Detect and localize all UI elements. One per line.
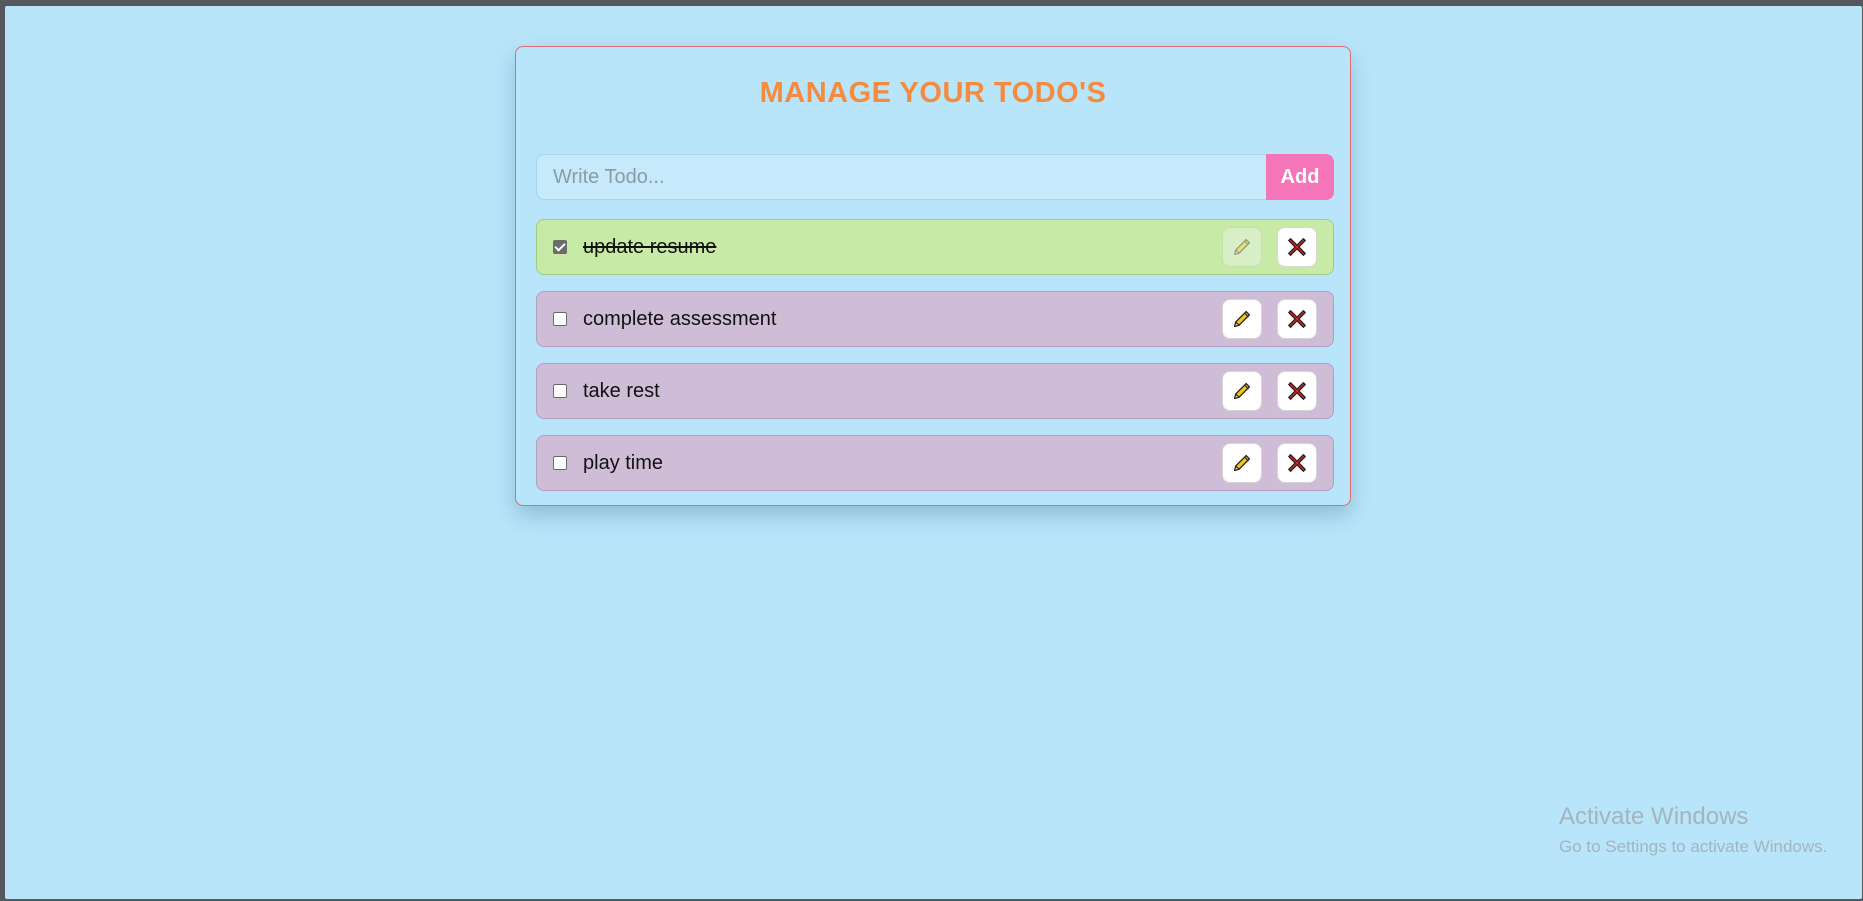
todo-form: Add [536,154,1334,200]
cross-icon [1288,310,1306,328]
cross-icon [1288,382,1306,400]
todo-checkbox[interactable] [553,456,567,470]
watermark-title: Activate Windows [1559,803,1749,830]
delete-button[interactable] [1277,371,1317,411]
todo-input[interactable] [536,154,1266,200]
todo-text: play time [583,451,664,474]
todo-item: take rest [536,363,1334,419]
todo-text: complete assessment [583,307,777,330]
delete-button[interactable] [1277,227,1317,267]
windows-activation-watermark: Activate Windows Go to Settings to activ… [1559,803,1827,857]
pencil-icon [1234,238,1251,255]
delete-button[interactable] [1277,443,1317,483]
todo-item: update resume [536,219,1334,275]
watermark-subtitle: Go to Settings to activate Windows. [1559,837,1828,856]
pencil-icon [1234,382,1251,399]
page-title: MANAGE YOUR TODO'S [759,77,1107,109]
todo-item: play time [536,435,1334,491]
todo-item: complete assessment [536,291,1334,347]
cross-icon [1288,454,1306,472]
cross-icon [1288,238,1306,256]
pencil-icon [1234,454,1251,471]
pencil-icon [1234,310,1251,327]
edit-button[interactable] [1222,227,1262,267]
todo-checkbox[interactable] [553,312,567,326]
todo-list: update resume complete assessment take r… [536,219,1334,507]
app-viewport: MANAGE YOUR TODO'S Add update resume [5,6,1862,899]
edit-button[interactable] [1222,443,1262,483]
todo-text: update resume [583,235,717,258]
todo-checkbox[interactable] [553,384,567,398]
add-button[interactable]: Add [1266,154,1334,200]
delete-button[interactable] [1277,299,1317,339]
edit-button[interactable] [1222,371,1262,411]
edit-button[interactable] [1222,299,1262,339]
todo-checkbox[interactable] [553,240,567,254]
todo-card: MANAGE YOUR TODO'S Add update resume [515,46,1351,506]
todo-text: take rest [583,379,660,402]
